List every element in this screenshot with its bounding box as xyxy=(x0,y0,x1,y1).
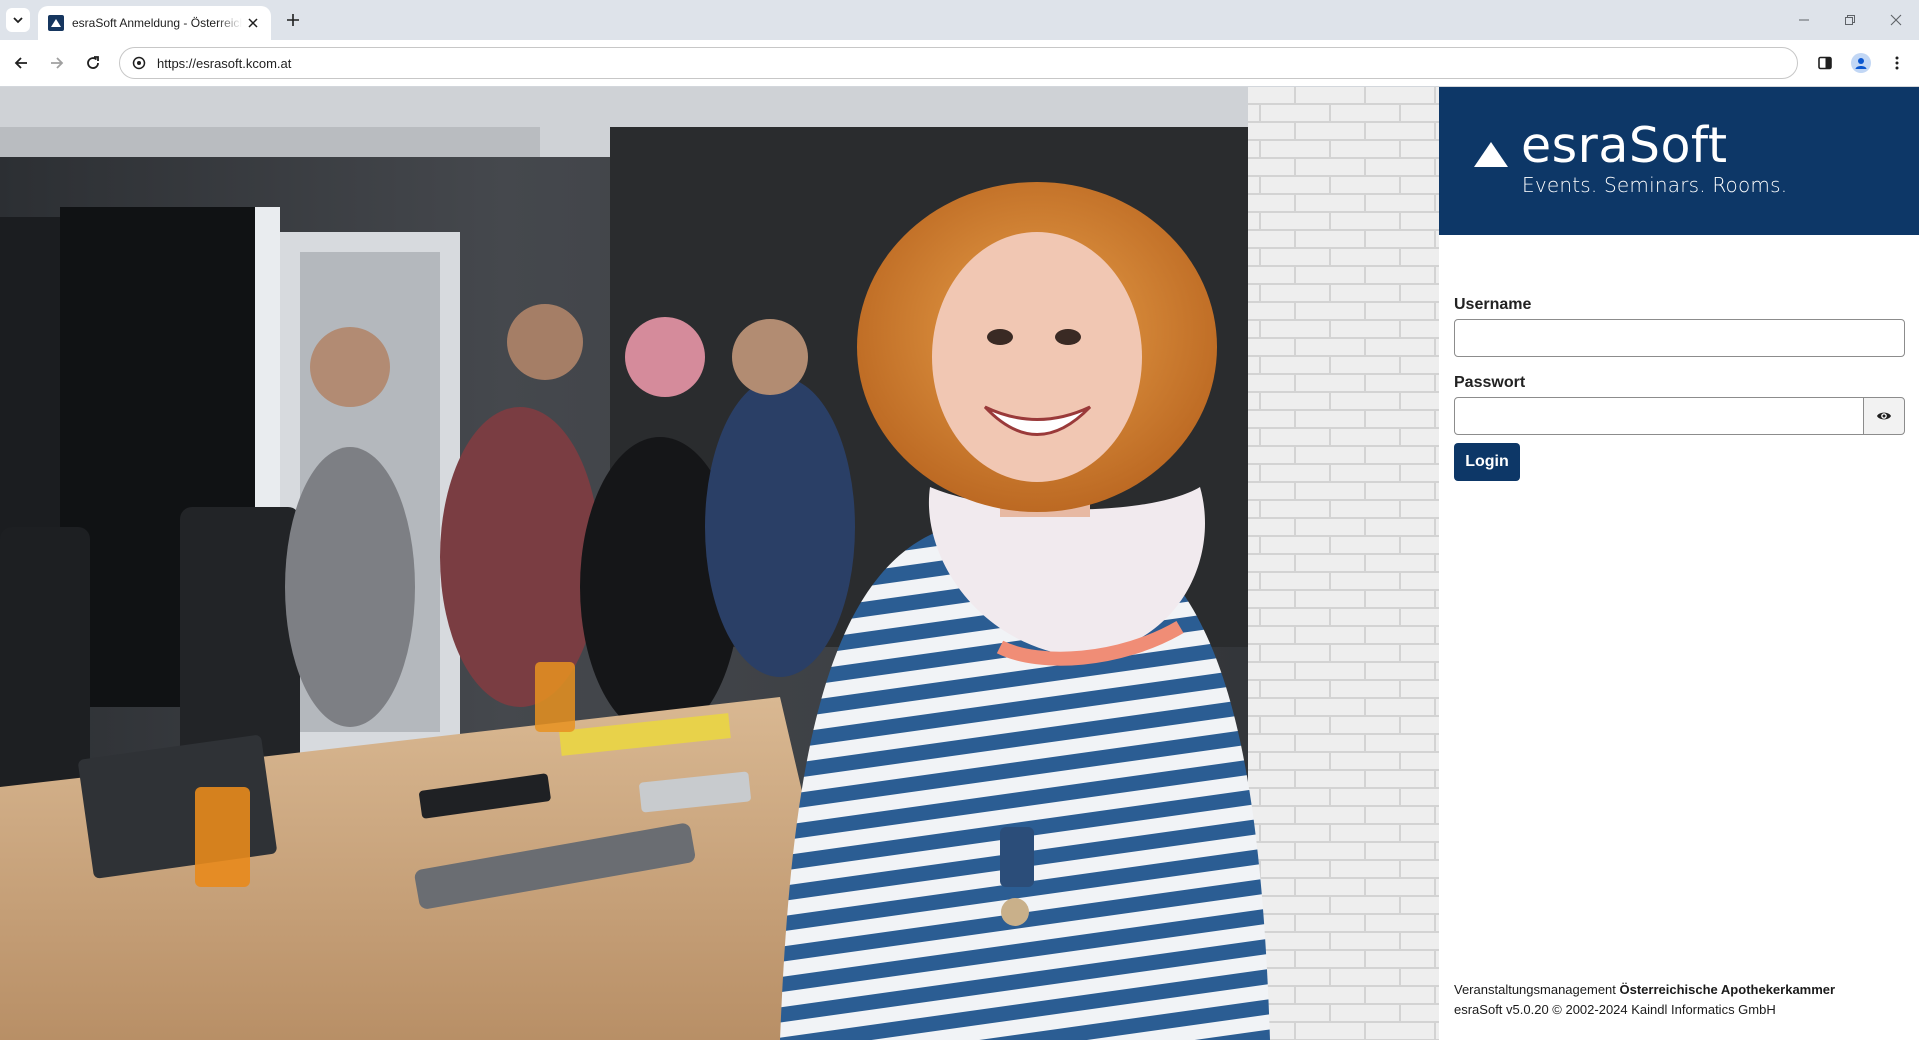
footer-prefix: Veranstaltungsmanagement xyxy=(1454,982,1616,997)
show-password-button[interactable] xyxy=(1863,397,1905,435)
arrow-right-icon xyxy=(51,57,64,69)
footer-line-1: Veranstaltungsmanagement Österreichische… xyxy=(1454,980,1835,1000)
browser-toolbar: https://esrasoft.kcom.at xyxy=(0,40,1919,87)
url-text[interactable]: https://esrasoft.kcom.at xyxy=(157,56,291,71)
side-panel-icon xyxy=(1818,56,1832,70)
footer: Veranstaltungsmanagement Österreichische… xyxy=(1454,980,1835,1020)
login-page: esraSoft Events. Seminars. Rooms. Userna… xyxy=(0,87,1919,1040)
reload-icon xyxy=(87,56,99,69)
restore-icon xyxy=(1845,15,1855,25)
profile-button[interactable] xyxy=(1849,51,1873,75)
back-button[interactable] xyxy=(9,51,33,75)
new-tab-button[interactable] xyxy=(281,8,305,32)
tab-search-button[interactable] xyxy=(6,8,30,32)
reload-button[interactable] xyxy=(81,51,105,75)
footer-line-2: esraSoft v5.0.20 © 2002-2024 Kaindl Info… xyxy=(1454,1002,1776,1017)
forward-button[interactable] xyxy=(45,51,69,75)
login-button[interactable]: Login xyxy=(1454,443,1520,481)
chevron-down-icon xyxy=(13,17,23,24)
username-label: Username xyxy=(1454,296,1532,313)
username-input[interactable] xyxy=(1454,319,1905,357)
plus-icon xyxy=(287,14,299,26)
address-bar[interactable]: https://esrasoft.kcom.at xyxy=(119,47,1798,79)
close-tab-icon[interactable] xyxy=(245,15,261,31)
close-window-button[interactable] xyxy=(1882,8,1910,32)
footer-organization: Österreichische Apothekerkammer xyxy=(1619,982,1836,997)
restore-window-button[interactable] xyxy=(1836,8,1864,32)
login-form: Username Passwort Login xyxy=(1454,296,1905,481)
avatar xyxy=(1851,53,1871,73)
browser-menu-button[interactable] xyxy=(1885,51,1909,75)
password-row xyxy=(1454,397,1905,435)
office-photo-illustration xyxy=(0,87,1439,1040)
hero-photo xyxy=(0,87,1439,1040)
minimize-window-button[interactable] xyxy=(1790,8,1818,32)
tab-strip: esraSoft Anmeldung - Österreichische Apo… xyxy=(0,0,1919,40)
password-label: Passwort xyxy=(1454,374,1526,391)
brand-tagline: Events. Seminars. Rooms. xyxy=(1522,173,1788,197)
esrasoft-logo-icon xyxy=(1474,142,1508,167)
esrasoft-favicon-icon xyxy=(48,15,64,31)
minimize-icon xyxy=(1799,19,1809,21)
eye-icon xyxy=(1877,412,1891,420)
close-icon xyxy=(1890,14,1902,26)
more-vert-icon xyxy=(1895,56,1899,70)
browser-tab[interactable]: esraSoft Anmeldung - Österreichische Apo… xyxy=(38,6,271,40)
password-input[interactable] xyxy=(1454,397,1864,435)
arrow-left-icon xyxy=(14,57,27,69)
tab-title: esraSoft Anmeldung - Österreichische Apo… xyxy=(72,16,242,30)
login-panel: esraSoft Events. Seminars. Rooms. Userna… xyxy=(1439,87,1919,1040)
brand-name: esraSoft xyxy=(1521,117,1728,174)
brand-header: esraSoft Events. Seminars. Rooms. xyxy=(1439,87,1919,235)
site-info-icon[interactable] xyxy=(129,53,149,73)
person-icon xyxy=(1855,58,1867,69)
side-panel-button[interactable] xyxy=(1813,51,1837,75)
